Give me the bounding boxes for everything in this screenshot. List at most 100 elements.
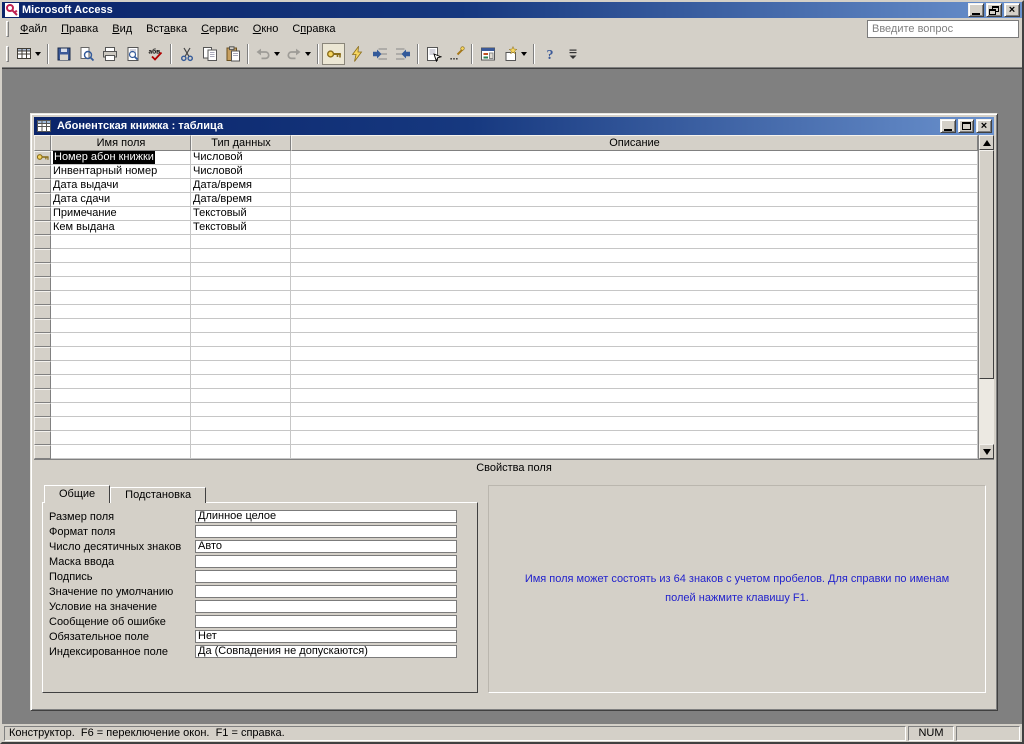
save-button[interactable] bbox=[52, 43, 75, 65]
delete-rows-button[interactable] bbox=[391, 43, 414, 65]
primary-key-button[interactable] bbox=[322, 42, 345, 65]
row-selector[interactable] bbox=[34, 319, 51, 333]
field-type-cell[interactable] bbox=[191, 235, 291, 249]
row-selector-header[interactable] bbox=[34, 135, 51, 151]
field-name-cell[interactable] bbox=[51, 361, 191, 375]
field-type-cell[interactable] bbox=[191, 417, 291, 431]
property-value-field[interactable]: Да (Совпадения не допускаются) bbox=[195, 645, 457, 658]
database-window-button[interactable] bbox=[476, 43, 499, 65]
field-description-cell[interactable] bbox=[291, 347, 978, 361]
field-name-cell[interactable] bbox=[51, 375, 191, 389]
property-value-field[interactable] bbox=[195, 555, 457, 568]
menu-window[interactable]: Окно bbox=[246, 19, 286, 39]
field-name-cell[interactable] bbox=[51, 389, 191, 403]
field-name-cell[interactable]: Дата сдачи bbox=[51, 193, 191, 207]
menu-view[interactable]: Вид bbox=[105, 19, 139, 39]
field-type-cell[interactable] bbox=[191, 347, 291, 361]
field-description-cell[interactable] bbox=[291, 389, 978, 403]
field-description-cell[interactable] bbox=[291, 319, 978, 333]
undo-button[interactable] bbox=[252, 43, 283, 65]
field-name-cell[interactable]: Инвентарный номер bbox=[51, 165, 191, 179]
minimize-button[interactable] bbox=[968, 3, 984, 17]
primary-key-row-selector[interactable] bbox=[34, 151, 51, 165]
spelling-button[interactable]: абв bbox=[144, 43, 167, 65]
field-name-cell[interactable] bbox=[51, 263, 191, 277]
paste-button[interactable] bbox=[221, 43, 244, 65]
field-description-cell[interactable] bbox=[291, 221, 978, 235]
field-name-cell[interactable] bbox=[51, 333, 191, 347]
field-description-cell[interactable] bbox=[291, 179, 978, 193]
field-type-cell[interactable] bbox=[191, 305, 291, 319]
menu-drag-handle[interactable] bbox=[6, 21, 9, 37]
indexes-button[interactable] bbox=[345, 43, 368, 65]
help-button[interactable]: ? bbox=[538, 43, 561, 65]
property-value-field[interactable]: Авто bbox=[195, 540, 457, 553]
cut-button[interactable] bbox=[175, 43, 198, 65]
field-description-cell[interactable] bbox=[291, 235, 978, 249]
field-type-cell[interactable] bbox=[191, 333, 291, 347]
field-type-cell[interactable] bbox=[191, 263, 291, 277]
access-app-icon[interactable] bbox=[5, 3, 19, 17]
property-value-field[interactable] bbox=[195, 585, 457, 598]
help-question-box[interactable]: Введите вопрос bbox=[867, 20, 1019, 38]
field-description-cell[interactable] bbox=[291, 277, 978, 291]
field-name-cell[interactable] bbox=[51, 319, 191, 333]
row-selector[interactable] bbox=[34, 417, 51, 431]
field-type-cell[interactable] bbox=[191, 361, 291, 375]
field-name-cell[interactable]: Примечание bbox=[51, 207, 191, 221]
row-selector[interactable] bbox=[34, 347, 51, 361]
row-selector[interactable] bbox=[34, 193, 51, 207]
field-name-cell[interactable] bbox=[51, 403, 191, 417]
field-description-cell[interactable] bbox=[291, 445, 978, 459]
menu-file[interactable]: Файл bbox=[13, 19, 54, 39]
row-selector[interactable] bbox=[34, 403, 51, 417]
vertical-scrollbar[interactable] bbox=[978, 135, 994, 459]
toolbar-drag-handle[interactable] bbox=[6, 45, 9, 62]
row-selector[interactable] bbox=[34, 333, 51, 347]
field-name-cell[interactable]: Номер абон книжки bbox=[51, 151, 191, 165]
column-header-2[interactable]: Описание bbox=[291, 135, 978, 151]
close-button[interactable]: × bbox=[1004, 3, 1020, 17]
row-selector[interactable] bbox=[34, 263, 51, 277]
field-description-cell[interactable] bbox=[291, 361, 978, 375]
field-description-cell[interactable] bbox=[291, 193, 978, 207]
row-selector[interactable] bbox=[34, 431, 51, 445]
field-type-cell[interactable] bbox=[191, 445, 291, 459]
field-name-cell[interactable] bbox=[51, 431, 191, 445]
field-description-cell[interactable] bbox=[291, 305, 978, 319]
field-type-cell[interactable] bbox=[191, 277, 291, 291]
field-type-cell[interactable]: Дата/время bbox=[191, 179, 291, 193]
field-type-cell[interactable] bbox=[191, 319, 291, 333]
row-selector[interactable] bbox=[34, 221, 51, 235]
row-selector[interactable] bbox=[34, 445, 51, 459]
tab-lookup[interactable]: Подстановка bbox=[110, 487, 207, 503]
property-value-field[interactable] bbox=[195, 525, 457, 538]
field-type-cell[interactable]: Числовой bbox=[191, 151, 291, 165]
copy-button[interactable] bbox=[198, 43, 221, 65]
scrollbar-thumb[interactable] bbox=[979, 150, 994, 380]
row-selector[interactable] bbox=[34, 165, 51, 179]
scroll-down-button[interactable] bbox=[979, 444, 994, 459]
row-selector[interactable] bbox=[34, 361, 51, 375]
field-name-cell[interactable] bbox=[51, 417, 191, 431]
field-description-cell[interactable] bbox=[291, 207, 978, 221]
field-description-cell[interactable] bbox=[291, 165, 978, 179]
field-description-cell[interactable] bbox=[291, 249, 978, 263]
field-type-cell[interactable] bbox=[191, 403, 291, 417]
field-type-cell[interactable]: Числовой bbox=[191, 165, 291, 179]
property-value-field[interactable]: Длинное целое bbox=[195, 510, 457, 523]
search-button[interactable] bbox=[75, 43, 98, 65]
new-object-button[interactable] bbox=[499, 43, 530, 65]
field-description-cell[interactable] bbox=[291, 403, 978, 417]
field-name-cell[interactable] bbox=[51, 291, 191, 305]
view-design-button[interactable] bbox=[13, 43, 44, 65]
field-description-cell[interactable] bbox=[291, 151, 978, 165]
field-description-cell[interactable] bbox=[291, 291, 978, 305]
print-button[interactable] bbox=[98, 43, 121, 65]
row-selector[interactable] bbox=[34, 235, 51, 249]
menu-insert[interactable]: Вставка bbox=[139, 19, 194, 39]
properties-button[interactable] bbox=[422, 43, 445, 65]
field-description-cell[interactable] bbox=[291, 333, 978, 347]
app-titlebar[interactable]: Microsoft Access × bbox=[2, 2, 1022, 18]
table-window-titlebar[interactable]: Абонентская книжка : таблица × bbox=[34, 117, 994, 135]
